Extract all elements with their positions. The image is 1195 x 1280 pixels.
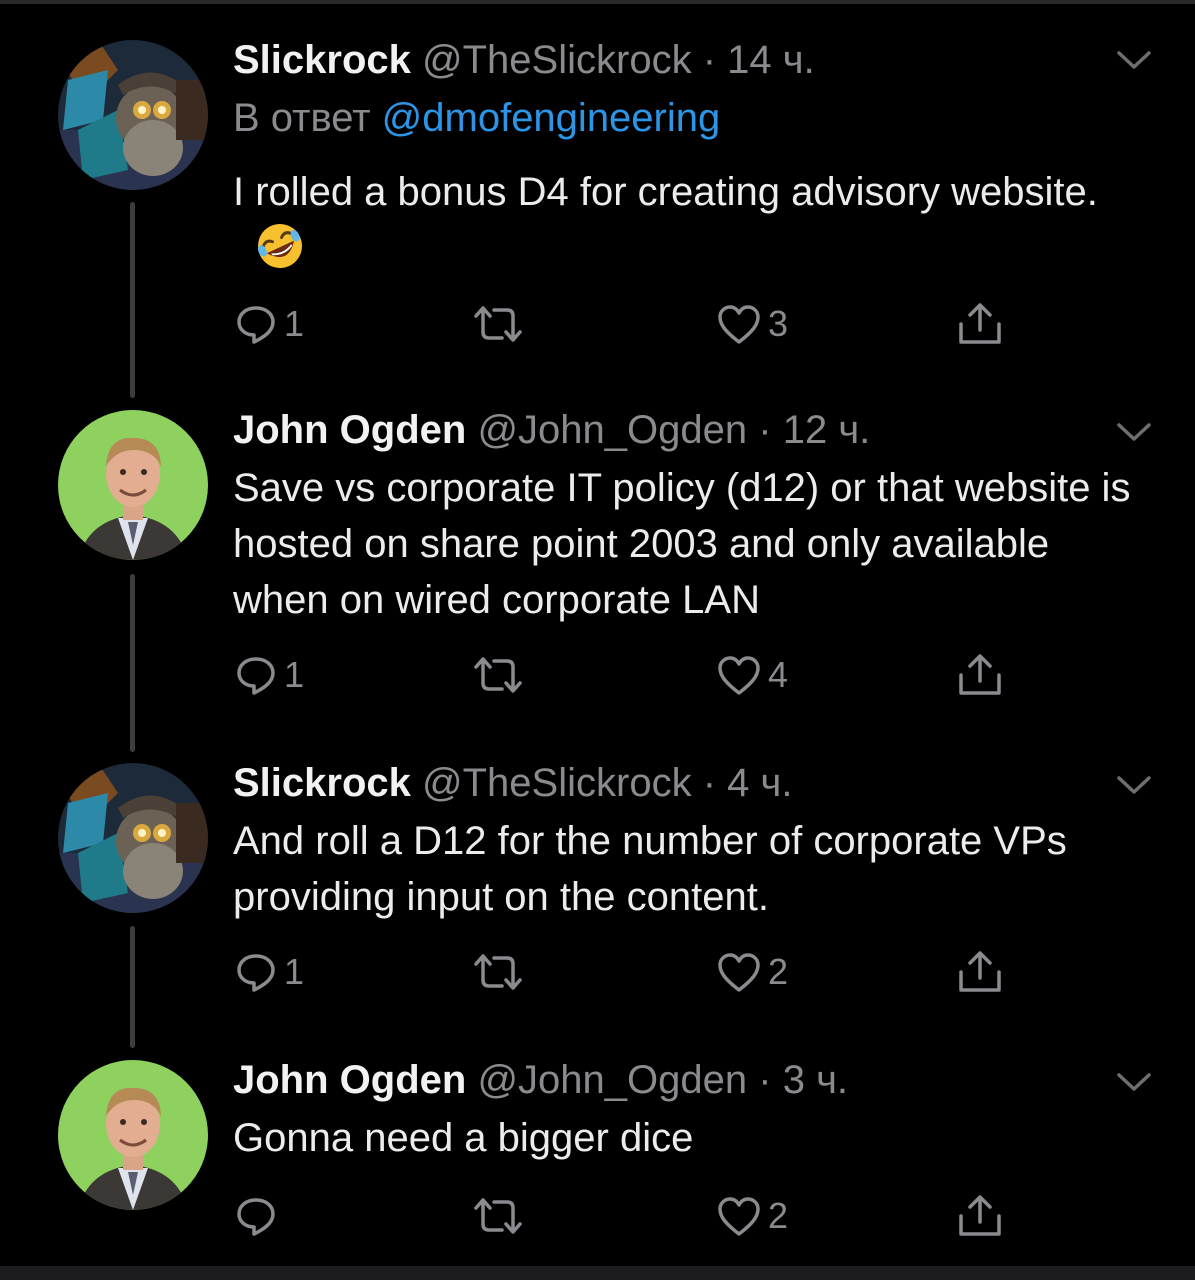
- reply-count: 1: [284, 303, 305, 344]
- tweet-header: Slickrock @TheSlickrock · 14 ч.: [233, 35, 815, 85]
- author-handle[interactable]: @TheSlickrock: [422, 38, 692, 82]
- timestamp[interactable]: 3 ч.: [783, 1058, 848, 1102]
- retweet-button[interactable]: [470, 296, 532, 352]
- chevron-down-icon[interactable]: [1113, 417, 1155, 447]
- reply-count: 1: [284, 654, 305, 695]
- share-icon: [959, 303, 1001, 344]
- man-green-background-avatar: [58, 410, 208, 560]
- retweet-button[interactable]: [470, 647, 532, 703]
- like-count: 4: [768, 654, 789, 695]
- retweet-button[interactable]: [470, 1188, 532, 1244]
- like-button[interactable]: 2: [716, 944, 788, 1000]
- separator: ·: [702, 38, 717, 82]
- timestamp[interactable]: 12 ч.: [783, 408, 871, 452]
- tweet-text: And roll a D12 for the number of corpora…: [233, 819, 1067, 919]
- retweet-icon: [474, 657, 522, 693]
- heart-icon: [718, 305, 760, 344]
- timestamp[interactable]: 4 ч.: [727, 761, 792, 805]
- reply-to-prefix: В ответ: [233, 96, 371, 140]
- author-handle[interactable]: @John_Ogden: [477, 408, 747, 452]
- like-button[interactable]: 2: [716, 1188, 788, 1244]
- tweet-actions: 1 3: [0, 296, 1195, 352]
- tweet-text: Gonna need a bigger dice: [233, 1116, 694, 1160]
- author-name[interactable]: Slickrock: [233, 38, 411, 82]
- reply-to-line: В ответ @dmofengineering: [233, 93, 720, 143]
- tweet-actions: 1 2: [0, 944, 1195, 1000]
- reply-button[interactable]: 1: [234, 944, 304, 1000]
- reply-count: 1: [284, 951, 305, 992]
- bottom-border: [0, 1266, 1195, 1280]
- retweet-icon: [474, 954, 522, 990]
- author-handle[interactable]: @John_Ogden: [477, 1058, 747, 1102]
- share-button[interactable]: [956, 1188, 1004, 1244]
- retweet-button[interactable]: [470, 944, 532, 1000]
- heart-icon: [718, 656, 760, 695]
- like-button[interactable]: 4: [716, 647, 788, 703]
- rolling-on-floor-laughing-emoji: [257, 224, 302, 268]
- reply-icon: [237, 1198, 275, 1236]
- chevron-down-icon[interactable]: [1113, 45, 1155, 75]
- chevron-down-icon[interactable]: [1113, 770, 1155, 800]
- like-count: 3: [768, 303, 789, 344]
- author-handle[interactable]: @TheSlickrock: [422, 761, 692, 805]
- tweet-text: I rolled a bonus D4 for creating advisor…: [233, 164, 1153, 276]
- timestamp[interactable]: 14 ч.: [727, 38, 815, 82]
- reply-icon: [237, 954, 275, 992]
- avatar[interactable]: [58, 40, 208, 190]
- heart-icon: [718, 1197, 760, 1236]
- like-count: 2: [768, 951, 789, 992]
- separator: ·: [758, 408, 772, 452]
- author-name[interactable]: Slickrock: [233, 761, 411, 805]
- retweet-icon: [474, 1198, 522, 1234]
- chevron-down-icon[interactable]: [1113, 1067, 1155, 1097]
- avatar[interactable]: [58, 763, 208, 913]
- tweet-text: Save vs corporate IT policy (d12) or tha…: [233, 466, 1131, 622]
- avatar[interactable]: [58, 410, 208, 560]
- share-icon: [959, 654, 1001, 695]
- reply-button[interactable]: 1: [234, 296, 304, 352]
- share-button[interactable]: [956, 944, 1004, 1000]
- author-name[interactable]: John Ogden: [233, 1058, 466, 1102]
- share-button[interactable]: [956, 647, 1004, 703]
- like-count: 2: [768, 1195, 789, 1236]
- reply-button[interactable]: [234, 1188, 284, 1244]
- reply-icon: [237, 306, 275, 344]
- tweet-header: John Ogden @John_Ogden · 12 ч.: [233, 405, 870, 455]
- top-border: [0, 0, 1195, 4]
- tweet-actions: 2: [0, 1188, 1195, 1244]
- tweet-actions: 1 4: [0, 647, 1195, 703]
- share-icon: [959, 951, 1001, 992]
- dwarf-engineer-avatar: [58, 763, 208, 913]
- like-button[interactable]: 3: [716, 296, 788, 352]
- separator: ·: [758, 1058, 772, 1102]
- reply-button[interactable]: 1: [234, 647, 304, 703]
- tweet-header: Slickrock @TheSlickrock · 4 ч.: [233, 758, 792, 808]
- reply-icon: [237, 657, 275, 695]
- separator: ·: [702, 761, 717, 805]
- reply-to-mention[interactable]: @dmofengineering: [382, 96, 721, 140]
- share-icon: [959, 1195, 1001, 1236]
- tweet-header: John Ogden @John_Ogden · 3 ч.: [233, 1055, 848, 1105]
- author-name[interactable]: John Ogden: [233, 408, 466, 452]
- heart-icon: [718, 953, 760, 992]
- share-button[interactable]: [956, 296, 1004, 352]
- retweet-icon: [474, 306, 522, 342]
- dwarf-engineer-avatar: [58, 40, 208, 190]
